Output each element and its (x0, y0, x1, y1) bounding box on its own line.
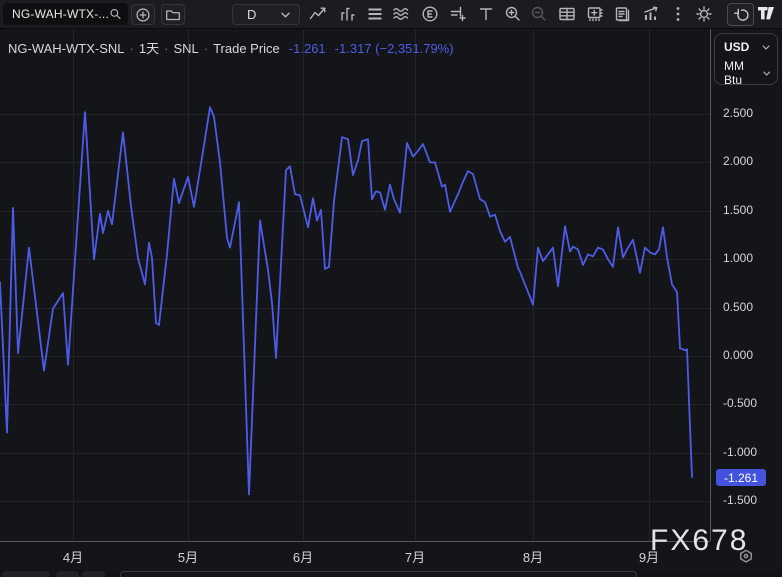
chevron-down-icon (762, 45, 770, 50)
price-axis[interactable]: USD MM Btu -1.261 2.500 2.000 1.500 1.000 0.… (710, 29, 782, 577)
bottom-button[interactable] (2, 571, 50, 577)
alert-button[interactable] (447, 3, 469, 25)
news-icon (612, 4, 632, 24)
chart-stats-button[interactable] (640, 3, 662, 25)
legend-change-value: -1.317 (−2,351.79%) (335, 41, 454, 56)
y-axis-label: 0.000 (723, 348, 753, 362)
legend-source: SNL (173, 41, 198, 56)
news-button[interactable] (611, 3, 633, 25)
circle-e-icon (420, 4, 440, 24)
zoom-in-button[interactable] (502, 3, 524, 25)
chart-legend[interactable]: NG-WAH-WTX-SNL·1天·SNL·Trade Price-1.261-… (8, 38, 454, 57)
layers-list-button[interactable] (364, 3, 386, 25)
alert-add-icon (448, 4, 468, 24)
chart-stats-icon (641, 4, 661, 24)
symbol-search-input[interactable]: NG-WAH-WTX-... (3, 3, 128, 25)
undo-icon (732, 6, 750, 24)
x-axis-label: 6月 (281, 547, 325, 566)
gear-icon (694, 4, 714, 24)
bottom-button[interactable] (82, 571, 105, 577)
interval-dropdown[interactable]: D (232, 4, 300, 25)
add-symbol-button[interactable] (131, 4, 155, 25)
currency-dropdown[interactable]: USD (715, 34, 777, 60)
settings-button[interactable] (693, 3, 715, 25)
zoom-out-icon (529, 4, 549, 24)
x-axis-label: 7月 (393, 547, 437, 566)
y-axis-label: 2.000 (723, 154, 753, 168)
price-line (0, 107, 692, 494)
x-axis-label: 4月 (51, 547, 95, 566)
legend-series-name: Trade Price (213, 41, 280, 56)
waves-icon (391, 4, 411, 24)
y-axis-label: 0.500 (723, 300, 753, 314)
legend-interval: 1天 (139, 41, 159, 56)
chart-line-icon (308, 4, 328, 24)
y-axis-label: 1.500 (723, 203, 753, 217)
chevron-down-icon (281, 12, 290, 18)
unit-label: MM Btu (724, 59, 763, 87)
chevron-down-icon (763, 71, 770, 76)
currency-label: USD (724, 40, 749, 54)
watermark: FX678 (650, 524, 748, 558)
add-pane-button[interactable] (584, 3, 606, 25)
interval-label: D (247, 7, 256, 22)
list-icon (365, 4, 385, 24)
table-button[interactable] (556, 3, 578, 25)
bottom-toolbar-partial (0, 570, 782, 577)
search-icon (109, 6, 122, 22)
table-icon (557, 4, 577, 24)
text-icon (476, 4, 496, 24)
bar-style-button[interactable] (336, 3, 358, 25)
plus-circle-icon (134, 6, 152, 24)
y-axis-label: 1.000 (723, 251, 753, 265)
x-axis-label: 8月 (511, 547, 555, 566)
text-tool-button[interactable] (475, 3, 497, 25)
zoom-out-button[interactable] (528, 3, 550, 25)
bottom-button[interactable] (56, 571, 79, 577)
y-axis-label: -1.000 (723, 445, 757, 459)
x-axis-label: 5月 (166, 547, 210, 566)
tradingview-logo[interactable] (757, 5, 778, 23)
unit-dropdown[interactable]: MM Btu (715, 60, 777, 86)
top-toolbar: NG-WAH-WTX-... D (0, 0, 782, 29)
y-axis-label: 2.500 (723, 106, 753, 120)
price-chart[interactable] (0, 29, 710, 541)
bar-style-icon (337, 4, 357, 24)
zoom-in-icon (503, 4, 523, 24)
y-axis-label: -0.500 (723, 396, 757, 410)
chart-style-button[interactable] (307, 3, 329, 25)
legend-symbol: NG-WAH-WTX-SNL (8, 41, 125, 56)
more-icon (668, 4, 688, 24)
chart-window: NG-WAH-WTX-... D (0, 0, 782, 577)
date-range-box[interactable] (120, 571, 637, 577)
waves-button[interactable] (390, 3, 412, 25)
unit-selector-box: USD MM Btu (714, 33, 778, 85)
last-price-badge: -1.261 (716, 469, 766, 486)
undo-button[interactable] (727, 3, 754, 26)
add-pane-icon (585, 4, 605, 24)
open-layout-button[interactable] (161, 4, 185, 25)
events-button[interactable] (419, 3, 441, 25)
more-menu-button[interactable] (667, 3, 689, 25)
legend-last-value: -1.261 (289, 41, 326, 56)
time-axis[interactable]: 4月5月6月7月8月9月 (0, 541, 710, 570)
y-axis-label: -1.500 (723, 493, 757, 507)
folder-icon (164, 6, 182, 24)
symbol-search-text: NG-WAH-WTX-... (12, 7, 109, 21)
